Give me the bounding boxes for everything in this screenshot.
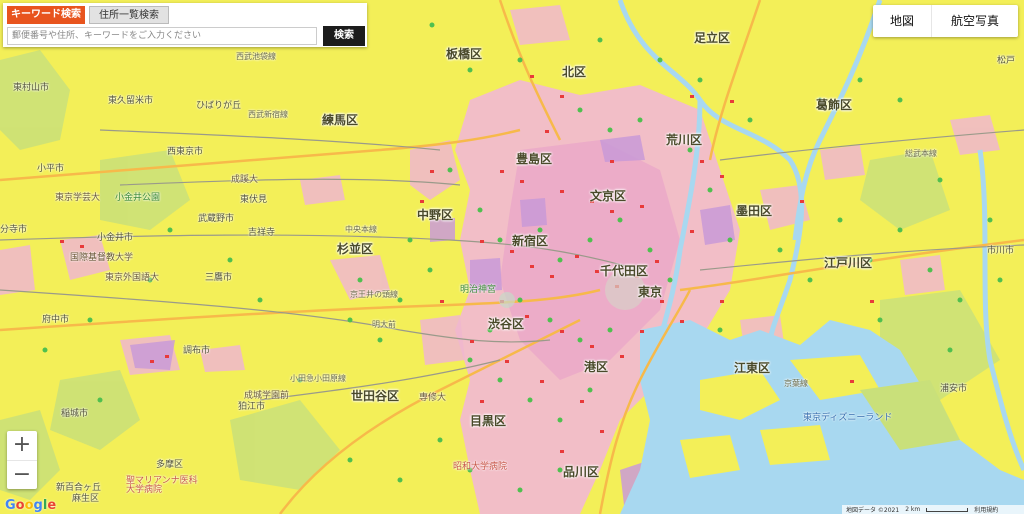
place-label-kichijoji: 吉祥寺 — [248, 228, 276, 238]
scale-bar — [926, 507, 969, 512]
place-label-fuchu: 府中市 — [42, 315, 70, 325]
road-label-seibu-shinjuku: 西武新宿線 — [248, 110, 288, 119]
place-label-urayasu: 浦安市 — [940, 384, 968, 394]
poi-label-meiji-jingu: 明治神宮 — [460, 285, 497, 295]
place-label-koganei: 小金井市 — [97, 233, 134, 243]
google-logo[interactable]: Google — [5, 498, 56, 513]
map-data-credit[interactable]: 地図データ ©2021 — [846, 505, 899, 514]
meiji-shrine-area — [499, 292, 515, 308]
ward-label-shibuya: 渋谷区 — [488, 317, 525, 331]
poi-label-icu: 国際基督教大学 — [70, 253, 134, 263]
place-label-higashifushimi: 東伏見 — [240, 195, 268, 205]
place-label-mitaka: 三鷹市 — [205, 273, 233, 283]
place-label-matsudo: 松戸 — [997, 56, 1016, 66]
poi-label-tufs: 東京外国語大 — [105, 273, 160, 283]
poi-label-st-marianna: 聖マリアンナ医科大学病院 — [126, 476, 198, 495]
zoom-out-button[interactable]: − — [7, 461, 37, 490]
place-label-musashino: 武蔵野市 — [198, 214, 235, 224]
place-label-nishitokyo: 西東京市 — [167, 147, 204, 157]
ward-label-arakawa: 荒川区 — [666, 133, 703, 147]
ward-label-adachi: 足立区 — [694, 31, 731, 45]
road-label-meidaimae: 明大前 — [372, 320, 396, 329]
ward-label-edogawa: 江戸川区 — [824, 256, 873, 270]
place-label-chofu: 調布市 — [183, 346, 211, 356]
place-label-inagi: 稲城市 — [61, 409, 89, 419]
ward-label-setagaya: 世田谷区 — [351, 389, 400, 403]
ward-label-tokyo: 東京 — [638, 285, 663, 299]
search-input[interactable] — [7, 27, 317, 45]
place-label-shinyurigaoka: 新百合ヶ丘 — [56, 483, 102, 493]
ward-label-chiyoda: 千代田区 — [600, 264, 649, 278]
poi-label-koganei-park: 小金井公園 — [115, 193, 161, 203]
poi-label-tokyo-gakugei: 東京学芸大 — [55, 193, 101, 203]
ward-label-suginami: 杉並区 — [337, 242, 374, 256]
ward-label-shinjuku: 新宿区 — [512, 234, 549, 248]
road-label-keiyo: 京葉線 — [784, 379, 808, 388]
ward-label-minato: 港区 — [584, 360, 609, 374]
zoom-control: + − — [7, 431, 37, 489]
tab-keyword-search[interactable]: キーワード検索 — [7, 6, 85, 24]
tab-address-list-search[interactable]: 住所一覧検索 — [89, 6, 169, 24]
poi-label-seikei: 成蹊大 — [231, 175, 259, 185]
ward-label-sumida: 墨田区 — [736, 204, 773, 218]
ward-label-kita: 北区 — [562, 65, 587, 79]
ward-label-bunkyo: 文京区 — [590, 189, 627, 203]
road-label-odakyu: 小田急小田原線 — [290, 374, 346, 383]
place-label-hibarigaoka: ひばりが丘 — [196, 101, 242, 111]
place-label-asao: 麻生区 — [72, 494, 100, 504]
scale-label: 2 km — [905, 506, 921, 513]
ward-label-meguro: 目黒区 — [470, 414, 507, 428]
zoom-in-button[interactable]: + — [7, 431, 37, 461]
poi-label-showa-univ: 昭和大学病院 — [453, 462, 508, 472]
search-panel: キーワード検索 住所一覧検索 検索 — [3, 3, 367, 47]
attribution-bar: 地図データ ©2021 2 km 利用規約 — [842, 505, 1024, 514]
ward-label-toshima: 豊島区 — [516, 152, 553, 166]
road-label-keio-inokashira: 京王井の頭線 — [350, 290, 398, 299]
ward-label-koto: 江東区 — [734, 361, 771, 375]
place-label-kokubunji: 分寺市 — [0, 225, 28, 235]
terms-link[interactable]: 利用規約 — [974, 505, 998, 514]
road-label-sobu: 総武本線 — [905, 149, 937, 158]
search-button[interactable]: 検索 — [323, 26, 365, 46]
ward-label-nerima: 練馬区 — [322, 113, 359, 127]
poi-label-senshu: 専修大 — [419, 393, 447, 403]
ward-label-nakano: 中野区 — [417, 208, 454, 222]
ward-label-katsushika: 葛飾区 — [816, 98, 853, 112]
poi-label-disney: 東京ディズニーランド — [803, 413, 893, 423]
map-view-button[interactable]: 地図 — [873, 5, 932, 37]
place-label-kodaira: 小平市 — [37, 164, 65, 174]
place-label-ichikawa: 市川市 — [987, 246, 1015, 256]
ward-label-itabashi: 板橋区 — [446, 47, 483, 61]
poi-label-seijo: 成城学園前 — [244, 391, 290, 401]
map-type-toggle: 地図 航空写真 — [873, 5, 1018, 37]
place-label-tamaku: 多摩区 — [156, 460, 184, 470]
place-label-komae: 狛江市 — [238, 402, 266, 412]
ward-label-shinagawa: 品川区 — [563, 465, 600, 479]
road-label-chuo-line: 中央本線 — [345, 225, 377, 234]
road-label-seibu-ikebukuro: 西武池袋線 — [236, 52, 276, 61]
place-label-higashikurume: 東久留米市 — [108, 96, 154, 106]
aerial-view-button[interactable]: 航空写真 — [932, 5, 1018, 37]
place-label-higashimurayama: 東村山市 — [13, 83, 50, 93]
